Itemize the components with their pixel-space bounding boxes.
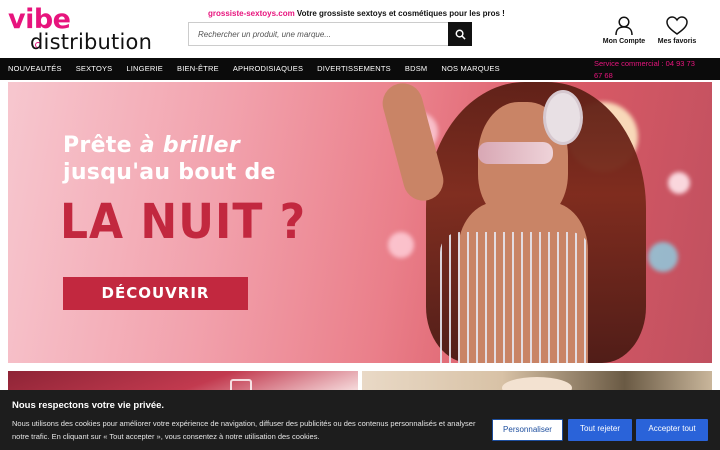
nav-item-divertissements[interactable]: DIVERTISSEMENTS xyxy=(317,58,391,80)
hero-line1a: Prête xyxy=(63,133,140,158)
nav-item-bien-etre[interactable]: BIEN-ÊTRE xyxy=(177,58,219,80)
favorites-label: Mes favoris xyxy=(657,38,697,45)
search-bar xyxy=(188,22,472,46)
hero-headline: Prête à briller jusqu'au bout de xyxy=(63,132,276,186)
headphone-cup xyxy=(543,90,583,145)
cookie-consent-bar: Nous respectons votre vie privée. Nous u… xyxy=(0,390,720,450)
cookie-reject-button[interactable]: Tout rejeter xyxy=(568,419,632,441)
cookie-title: Nous respectons votre vie privée. xyxy=(12,400,165,411)
nav-item-nouveautes[interactable]: NOUVEAUTÉS xyxy=(8,58,62,80)
nav-item-sextoys[interactable]: SEXTOYS xyxy=(76,58,113,80)
search-button[interactable] xyxy=(448,22,472,46)
cookie-text: Nous utilisons des cookies pour améliore… xyxy=(12,419,476,441)
nav-item-bdsm[interactable]: BDSM xyxy=(405,58,427,80)
service-commercial-phone[interactable]: Service commercial : 04 93 73 67 68 xyxy=(594,58,704,81)
logo-distribution-text: distribution xyxy=(30,30,153,54)
search-icon xyxy=(455,29,466,40)
cookie-customize-button[interactable]: Personnaliser xyxy=(492,419,563,441)
site-header: vibe distribution grossiste-sextoys.com … xyxy=(0,0,720,58)
page: vibe distribution grossiste-sextoys.com … xyxy=(0,0,720,450)
bokeh-light xyxy=(388,232,414,258)
hero-discover-button[interactable]: DÉCOUVRIR xyxy=(63,277,248,310)
site-logo[interactable]: vibe distribution xyxy=(8,4,168,54)
hero-line2: jusqu'au bout de xyxy=(63,160,276,185)
hero-banner[interactable]: Prête à briller jusqu'au bout de LA NUIT… xyxy=(8,82,712,363)
account-label: Mon Compte xyxy=(602,38,646,45)
header-tagline: grossiste-sextoys.com Votre grossiste se… xyxy=(208,9,505,18)
hero-big-title: LA NUIT ? xyxy=(60,194,307,251)
favorites-link[interactable]: Mes favoris xyxy=(652,16,702,45)
search-input[interactable] xyxy=(189,23,449,45)
chain-top xyxy=(440,232,590,363)
hero-line1b: à briller xyxy=(139,133,240,158)
model-arm xyxy=(378,82,448,206)
heart-icon xyxy=(666,16,688,35)
bokeh-light xyxy=(668,172,690,194)
nav-item-lingerie[interactable]: LINGERIE xyxy=(126,58,163,80)
bokeh-light xyxy=(648,242,678,272)
tagline-site-link[interactable]: grossiste-sextoys.com xyxy=(208,9,295,18)
cookie-accept-button[interactable]: Accepter tout xyxy=(636,419,708,441)
nav-item-aphrodisiaques[interactable]: APHRODISIAQUES xyxy=(233,58,303,80)
sunglasses xyxy=(478,142,553,164)
tagline-text: Votre grossiste sextoys et cosmétiques p… xyxy=(294,9,505,18)
nav-item-nos-marques[interactable]: NOS MARQUES xyxy=(441,58,499,80)
account-link[interactable]: Mon Compte xyxy=(599,16,649,45)
user-icon xyxy=(615,16,633,36)
